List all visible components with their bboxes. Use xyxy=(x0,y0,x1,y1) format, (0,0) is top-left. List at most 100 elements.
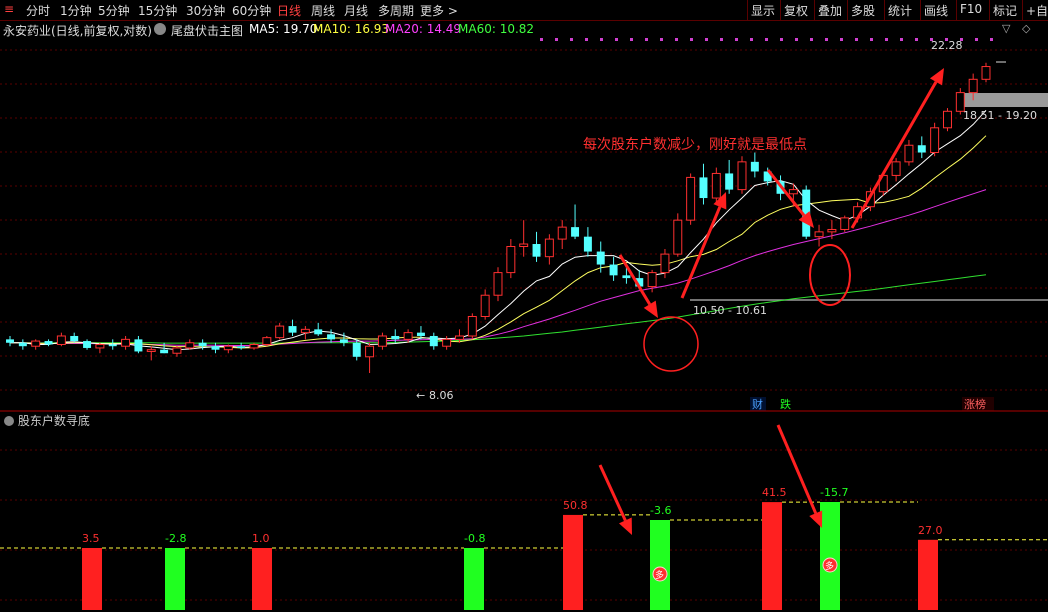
candle-body xyxy=(56,335,66,345)
signal-dot xyxy=(885,38,888,41)
candle-body xyxy=(480,294,490,317)
indicator-bar xyxy=(563,514,583,610)
candle-body xyxy=(211,346,220,350)
candle-body xyxy=(467,315,477,337)
bar-label: 27.0 xyxy=(918,524,943,537)
arrow-down-1 xyxy=(618,254,652,306)
signal-dot xyxy=(690,38,693,41)
signal-dot xyxy=(570,38,573,41)
indicator-bar xyxy=(165,548,185,610)
highlight-circle-1 xyxy=(643,316,699,372)
candle-body xyxy=(377,335,387,347)
indicator-bar xyxy=(82,548,102,610)
candle-body xyxy=(737,161,747,191)
indicator-bar xyxy=(762,502,782,610)
sub-chart: 3.5 -2.8 1.0 -0.850.8 -3.641.5 -15.727.0多多 xyxy=(0,486,1048,610)
bar-label: 41.5 xyxy=(762,486,787,499)
candle-body xyxy=(18,342,27,347)
candle-body xyxy=(904,144,914,163)
range-upper-box xyxy=(962,93,1048,107)
candle-body xyxy=(391,335,400,340)
signal-dot xyxy=(870,38,873,41)
candle-body xyxy=(891,161,901,176)
candle-body xyxy=(365,345,375,358)
badge-zhangbang[interactable]: 涨榜 xyxy=(964,397,986,411)
signal-dot xyxy=(585,38,588,41)
candle-body xyxy=(750,161,759,172)
dropdown-icon[interactable] xyxy=(4,416,14,426)
candle-body xyxy=(571,227,580,237)
candle-body xyxy=(300,328,310,334)
bar-label: 3.5 xyxy=(82,532,100,545)
ma10-line xyxy=(10,135,987,349)
candle-body xyxy=(95,343,105,349)
signal-dot xyxy=(825,38,828,41)
candle-body xyxy=(454,335,464,340)
candles xyxy=(6,62,991,374)
candle-body xyxy=(942,110,952,129)
candle-body xyxy=(519,243,529,248)
candle-body xyxy=(121,338,131,347)
candle-body xyxy=(596,251,605,265)
candle-body xyxy=(339,339,348,343)
signal-dot xyxy=(540,38,543,41)
candle-body xyxy=(83,341,92,348)
bar-label: 50.8 xyxy=(563,499,588,512)
signal-dot xyxy=(765,38,768,41)
signal-dot xyxy=(855,38,858,41)
signal-dot xyxy=(840,38,843,41)
candle-body xyxy=(493,272,503,296)
signal-dot xyxy=(705,38,708,41)
ma5-line xyxy=(10,109,987,351)
candle-body xyxy=(827,228,837,233)
signal-dot xyxy=(795,38,798,41)
candle-body xyxy=(968,78,978,94)
signal-dot xyxy=(555,38,558,41)
badge-die[interactable]: 跌 xyxy=(780,397,791,411)
ma-lines xyxy=(10,109,987,351)
signal-dot xyxy=(900,38,903,41)
signal-dot xyxy=(990,38,993,41)
candle-body xyxy=(327,334,336,340)
grid-lines xyxy=(0,49,1048,601)
sub-chart-title: 股东户数寻底 xyxy=(17,414,90,428)
annotation-text: 每次股东户数减少，刚好就是最低点 xyxy=(583,136,807,153)
signal-dot xyxy=(720,38,723,41)
indicator-bar xyxy=(820,502,840,610)
signal-dot xyxy=(780,38,783,41)
candle-body xyxy=(544,238,554,258)
signal-dot xyxy=(735,38,738,41)
range-upper-label: 18.51 - 19.20 xyxy=(963,109,1037,122)
candle-body xyxy=(314,329,323,335)
candle-body xyxy=(237,346,246,348)
badge-cai[interactable]: 财 xyxy=(752,397,763,411)
sub-annotation-arrows xyxy=(598,424,823,535)
candle-body xyxy=(917,145,926,153)
sub-arrow-1 xyxy=(598,464,627,522)
candle-body xyxy=(275,325,285,339)
candle-body xyxy=(506,246,516,274)
candle-body xyxy=(223,345,233,351)
high-price-label: 22.28 xyxy=(931,39,963,52)
bar-label: 1.0 xyxy=(252,532,270,545)
candle-body xyxy=(840,217,850,230)
candle-body xyxy=(930,127,940,154)
arrow-down-2 xyxy=(766,169,806,217)
candle-body xyxy=(198,342,207,347)
candle-body xyxy=(686,176,696,221)
candle-body xyxy=(6,339,14,343)
candle-body xyxy=(711,172,721,199)
signal-dot xyxy=(645,38,648,41)
candle-body xyxy=(532,244,541,257)
signal-dot xyxy=(675,38,678,41)
candle-body xyxy=(44,341,53,345)
candle-body xyxy=(185,342,195,349)
candle-body xyxy=(403,332,413,340)
candle-body xyxy=(70,335,79,342)
candle-body xyxy=(442,338,452,347)
sub-chart-header: 股东户数寻底 xyxy=(4,412,90,429)
chart-canvas: 每次股东户数减少，刚好就是最低点 22.28 18.51 - 19.20 10.… xyxy=(0,38,1048,610)
candle-body xyxy=(557,226,567,240)
low-price-arrow: ← xyxy=(416,389,425,402)
candle-body xyxy=(172,347,182,354)
